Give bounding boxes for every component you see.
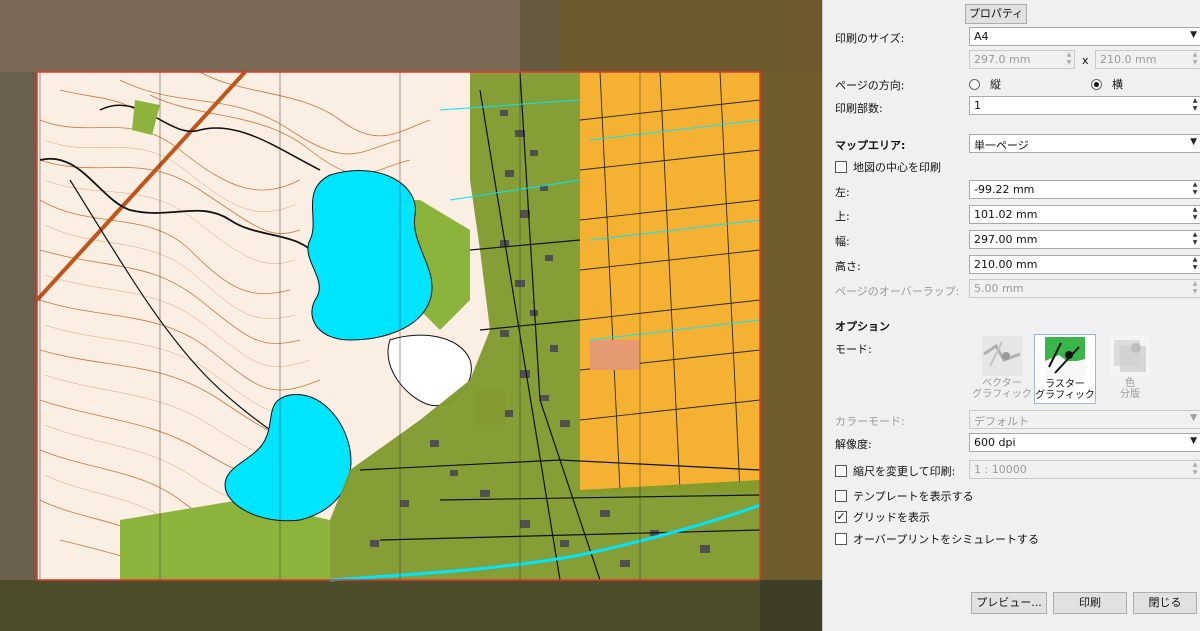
print-page-area xyxy=(35,70,761,582)
paper-width-value: 297.0 mm xyxy=(974,53,1031,66)
top-field[interactable]: 101.02 mm ▲ ▼ xyxy=(969,205,1200,224)
chevron-down-icon: ▼ xyxy=(1190,30,1197,40)
paper-width-field[interactable]: 297.0 mm ▲ ▼ xyxy=(969,50,1075,69)
left-label: 左: xyxy=(835,186,850,199)
overlap-label: ページのオーバーラップ: xyxy=(835,285,960,298)
width-value: 297.00 mm xyxy=(974,233,1038,246)
paper-width-spinner[interactable]: ▲ ▼ xyxy=(1064,51,1074,68)
show-grid-label: グリッドを表示 xyxy=(853,511,930,524)
portrait-label: 縦 xyxy=(990,78,1001,91)
show-template-box xyxy=(835,490,847,502)
close-button[interactable]: 閉じる xyxy=(1133,592,1197,614)
paper-size-label: 印刷のサイズ: xyxy=(835,32,905,45)
paper-size-select[interactable]: A4 ▼ xyxy=(969,27,1200,46)
height-value: 210.00 mm xyxy=(974,258,1038,271)
left-field[interactable]: -99.22 mm ▲ ▼ xyxy=(969,180,1200,199)
scale-change-checkbox[interactable]: 縮尺を変更して印刷: xyxy=(835,463,955,479)
print-settings-panel: プロパティ 印刷のサイズ: A4 ▼ 297.0 mm ▲ ▼ x 210.0 m… xyxy=(822,0,1200,631)
color-mode-label: カラーモード: xyxy=(835,415,905,428)
scale-value: 1 : 10000 xyxy=(974,463,1027,476)
show-grid-checkbox[interactable]: ✓ グリッドを表示 xyxy=(835,509,930,525)
vector-graphics-icon xyxy=(982,336,1022,376)
map-area-select[interactable]: 単一ページ ▼ xyxy=(969,134,1200,153)
top-spinner[interactable]: ▲ ▼ xyxy=(1190,206,1200,223)
map-canvas[interactable] xyxy=(0,0,822,631)
center-print-box xyxy=(835,161,847,173)
separations-mode-button[interactable]: 色 分版 xyxy=(1099,334,1161,404)
raster-mode-line1: ラスター xyxy=(1045,379,1085,390)
simulate-overprint-box xyxy=(835,533,847,545)
scale-change-box xyxy=(835,465,847,477)
scale-change-label: 縮尺を変更して印刷: xyxy=(853,465,956,478)
left-spinner[interactable]: ▲ ▼ xyxy=(1190,181,1200,198)
landscape-radio-dot xyxy=(1091,78,1102,90)
raster-mode-button[interactable]: ラスター グラフィック xyxy=(1034,334,1096,404)
left-value: -99.22 mm xyxy=(974,183,1035,196)
scale-spinner[interactable]: ▲ ▼ xyxy=(1190,461,1200,478)
height-label: 高さ: xyxy=(835,260,861,273)
orientation-label: ページの方向: xyxy=(835,79,905,92)
portrait-radio[interactable]: 縦 xyxy=(969,76,1001,92)
copies-label: 印刷部数: xyxy=(835,102,883,115)
overlap-value: 5.00 mm xyxy=(974,282,1024,295)
paper-size-value: A4 xyxy=(974,30,989,43)
paper-height-value: 210.0 mm xyxy=(1100,53,1157,66)
vector-mode-button[interactable]: ベクター グラフィック xyxy=(971,334,1033,404)
copies-spinner[interactable]: ▲ ▼ xyxy=(1190,97,1200,114)
show-template-label: テンプレートを表示する xyxy=(853,490,974,503)
raster-mode-line2: グラフィック xyxy=(1035,390,1095,401)
map-area-value: 単一ページ xyxy=(974,139,1029,152)
chevron-down-icon: ▼ xyxy=(1190,137,1197,147)
height-field[interactable]: 210.00 mm ▲ ▼ xyxy=(969,255,1200,274)
copies-value: 1 xyxy=(974,99,981,112)
dimension-separator: x xyxy=(1082,54,1089,67)
resolution-label: 解像度: xyxy=(835,438,872,451)
vector-mode-line2: グラフィック xyxy=(972,389,1032,400)
width-label: 幅: xyxy=(835,235,850,248)
resolution-value: 600 dpi xyxy=(974,436,1016,449)
show-template-checkbox[interactable]: テンプレートを表示する xyxy=(835,488,974,504)
overlap-spinner[interactable]: ▲ ▼ xyxy=(1190,280,1200,297)
overlap-field[interactable]: 5.00 mm ▲ ▼ xyxy=(969,279,1200,298)
center-print-label: 地図の中心を印刷 xyxy=(853,161,941,174)
options-heading: オプション xyxy=(835,320,890,333)
properties-button[interactable]: プロパティ xyxy=(965,4,1027,24)
simulate-overprint-checkbox[interactable]: オーバープリントをシミュレートする xyxy=(835,531,1039,547)
top-label: 上: xyxy=(835,210,850,223)
checkmark-icon: ✓ xyxy=(835,510,847,523)
resolution-select[interactable]: 600 dpi ▼ xyxy=(969,433,1200,452)
center-print-checkbox[interactable]: 地図の中心を印刷 xyxy=(835,159,941,175)
portrait-radio-dot xyxy=(969,78,980,90)
copies-field[interactable]: 1 ▲ ▼ xyxy=(969,96,1200,115)
chevron-down-icon: ▼ xyxy=(1190,413,1197,423)
width-spinner[interactable]: ▲ ▼ xyxy=(1190,231,1200,248)
paper-height-spinner[interactable]: ▲ ▼ xyxy=(1190,51,1200,68)
print-button[interactable]: 印刷 xyxy=(1053,592,1127,614)
chevron-down-icon: ▼ xyxy=(1190,436,1197,446)
raster-graphics-icon xyxy=(1045,337,1085,377)
simulate-overprint-label: オーバープリントをシミュレートする xyxy=(853,533,1040,546)
landscape-label: 横 xyxy=(1112,78,1123,91)
color-separation-icon xyxy=(1110,336,1150,376)
height-spinner[interactable]: ▲ ▼ xyxy=(1190,256,1200,273)
separations-mode-line2: 分版 xyxy=(1120,389,1140,400)
color-mode-value: デフォルト xyxy=(974,415,1029,428)
vector-mode-line1: ベクター xyxy=(982,378,1022,389)
landscape-radio[interactable]: 横 xyxy=(1091,76,1123,92)
top-value: 101.02 mm xyxy=(974,208,1038,221)
width-field[interactable]: 297.00 mm ▲ ▼ xyxy=(969,230,1200,249)
color-mode-select[interactable]: デフォルト ▼ xyxy=(969,410,1200,429)
paper-height-field[interactable]: 210.0 mm ▲ ▼ xyxy=(1095,50,1200,69)
separations-mode-line1: 色 xyxy=(1125,378,1135,389)
map-area-label: マップエリア: xyxy=(835,139,906,152)
preview-button[interactable]: プレビュー... xyxy=(971,592,1047,614)
scale-field[interactable]: 1 : 10000 ▲ ▼ xyxy=(969,460,1200,479)
mode-label: モード: xyxy=(835,343,872,356)
